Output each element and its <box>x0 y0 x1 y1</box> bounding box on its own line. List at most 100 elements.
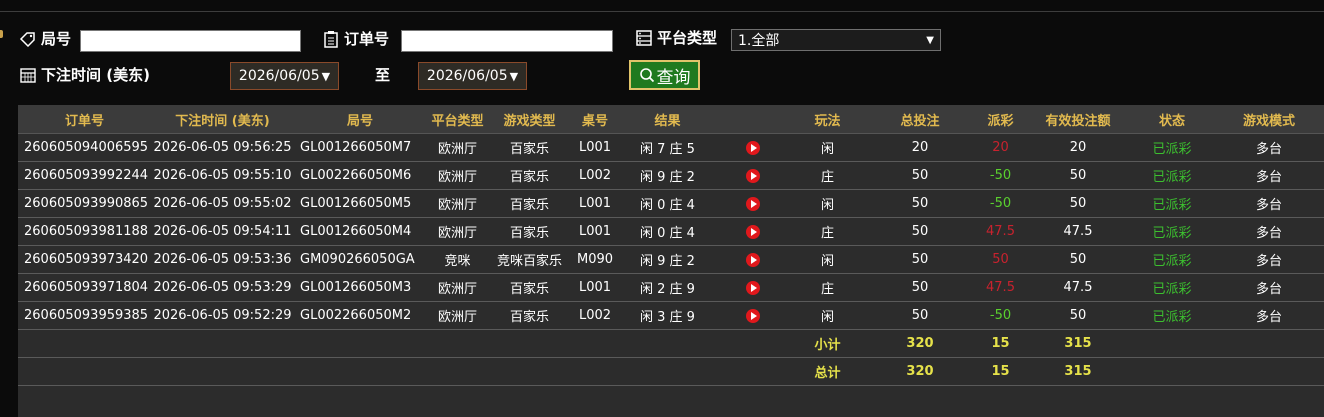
game-type-cell: 百家乐 <box>489 133 570 162</box>
game-type-cell: 百家乐 <box>489 161 570 190</box>
payout-cell: 20 <box>975 133 1026 162</box>
edge-marker <box>0 30 3 38</box>
order-number-cell: 260605093973420 <box>18 245 151 274</box>
subtotal-label: 小计 <box>790 329 865 358</box>
round-number-cell: GL002266050M2 <box>294 301 426 330</box>
play-video-icon[interactable] <box>745 308 760 323</box>
order-label-text: 订单号 <box>344 30 390 48</box>
round-number-cell: GL001266050M7 <box>294 133 426 162</box>
valid-bet-cell: 47.5 <box>1026 217 1130 246</box>
date-from-picker[interactable]: 2026/06/05 ▼ <box>230 62 339 90</box>
empty-cell <box>620 329 715 358</box>
play-video-icon[interactable] <box>745 140 760 155</box>
date-from-value: 2026/06/05 <box>238 68 320 84</box>
dropdown-arrow-icon: ▼ <box>321 69 331 83</box>
payout-cell: -50 <box>975 161 1026 190</box>
bet-records-table: 订单号 下注时间 (美东) 局号 平台类型 游戏类型 桌号 结果 玩法 总投注 派彩 有效投注额 状态… <box>18 105 1324 386</box>
total-bet-cell: 20 <box>865 133 975 162</box>
order-number-cell: 260605093990865 <box>18 189 151 218</box>
empty-cell <box>18 357 151 386</box>
total-bet-cell: 50 <box>865 161 975 190</box>
video-cell <box>715 245 790 274</box>
table-header-row: 订单号 下注时间 (美东) 局号 平台类型 游戏类型 桌号 结果 玩法 总投注 派彩 有效投注额 状态… <box>18 105 1324 134</box>
empty-cell <box>294 329 426 358</box>
table-number-cell: L002 <box>570 161 620 190</box>
bet-option-cell: 闲 <box>790 133 865 162</box>
bet-time-cell: 2026-06-05 09:53:36 <box>151 245 294 274</box>
subtotal-valid: 315 <box>1026 329 1130 358</box>
status-cell: 已派彩 <box>1130 273 1214 302</box>
table-row: 260605093992244 2026-06-05 09:55:10 GL0022… <box>18 161 1324 190</box>
tag-icon <box>19 31 35 47</box>
table-number-cell: M090 <box>570 245 620 274</box>
play-video-icon[interactable] <box>745 280 760 295</box>
play-video-icon[interactable] <box>745 252 760 267</box>
order-number-cell: 260605094006595 <box>18 133 151 162</box>
table-row: 260605094006595 2026-06-05 09:56:25 GL0012… <box>18 133 1324 162</box>
valid-bet-cell: 50 <box>1026 245 1130 274</box>
round-number-cell: GM090266050GA <box>294 245 426 274</box>
order-input[interactable] <box>401 30 613 52</box>
game-mode-cell: 多台 <box>1214 161 1324 190</box>
video-cell <box>715 273 790 302</box>
column-header <box>715 105 790 134</box>
total-row: 总计 320 15 315 <box>18 357 1324 386</box>
subtotal-bet: 320 <box>865 329 975 358</box>
empty-cell <box>570 329 620 358</box>
total-bet-cell: 50 <box>865 301 975 330</box>
status-cell: 已派彩 <box>1130 161 1214 190</box>
empty-cell <box>18 329 151 358</box>
table-row: 260605093973420 2026-06-05 09:53:36 GM0902… <box>18 245 1324 274</box>
empty-cell <box>1214 357 1324 386</box>
game-mode-cell: 多台 <box>1214 245 1324 274</box>
empty-cell <box>489 357 570 386</box>
bet-option-cell: 闲 <box>790 245 865 274</box>
result-cell: 闲 3 庄 9 <box>620 301 715 330</box>
platform-cell: 欧洲厅 <box>426 189 489 218</box>
column-header: 局号 <box>294 105 426 134</box>
column-header: 游戏类型 <box>489 105 570 134</box>
platform-select[interactable]: 1.全部 ▼ <box>731 29 941 51</box>
total-bet-cell: 50 <box>865 217 975 246</box>
table-number-cell: L001 <box>570 217 620 246</box>
game-mode-cell: 多台 <box>1214 133 1324 162</box>
empty-cell <box>294 357 426 386</box>
round-input[interactable] <box>80 30 301 52</box>
play-video-icon[interactable] <box>745 168 760 183</box>
empty-cell <box>151 357 294 386</box>
bet-time-cell: 2026-06-05 09:52:29 <box>151 301 294 330</box>
platform-selected-value: 1.全部 <box>738 33 780 49</box>
status-cell: 已派彩 <box>1130 217 1214 246</box>
result-cell: 闲 9 庄 2 <box>620 161 715 190</box>
column-header: 平台类型 <box>426 105 489 134</box>
game-type-cell: 百家乐 <box>489 217 570 246</box>
platform-cell: 欧洲厅 <box>426 133 489 162</box>
result-cell: 闲 9 庄 2 <box>620 245 715 274</box>
date-to-picker[interactable]: 2026/06/05 ▼ <box>418 62 527 90</box>
play-video-icon[interactable] <box>745 196 760 211</box>
valid-bet-cell: 47.5 <box>1026 273 1130 302</box>
column-header: 游戏模式 <box>1214 105 1324 134</box>
status-cell: 已派彩 <box>1130 245 1214 274</box>
video-cell <box>715 217 790 246</box>
empty-cell <box>1130 329 1214 358</box>
empty-cell <box>1130 357 1214 386</box>
dropdown-arrow-icon: ▼ <box>509 69 519 83</box>
table-number-cell: L001 <box>570 133 620 162</box>
order-number-cell: 260605093981188 <box>18 217 151 246</box>
bet-option-cell: 闲 <box>790 301 865 330</box>
payout-cell: -50 <box>975 189 1026 218</box>
total-valid: 315 <box>1026 357 1130 386</box>
table-number-cell: L002 <box>570 301 620 330</box>
round-number-cell: GL002266050M6 <box>294 161 426 190</box>
play-video-icon[interactable] <box>745 224 760 239</box>
server-icon <box>636 29 652 46</box>
video-cell <box>715 301 790 330</box>
table-number-cell: L001 <box>570 273 620 302</box>
platform-cell: 欧洲厅 <box>426 161 489 190</box>
query-button[interactable]: 查询 <box>629 60 700 90</box>
total-bet: 320 <box>865 357 975 386</box>
platform-label-text: 平台类型 <box>657 29 718 47</box>
empty-cell <box>1214 329 1324 358</box>
column-header: 结果 <box>620 105 715 134</box>
